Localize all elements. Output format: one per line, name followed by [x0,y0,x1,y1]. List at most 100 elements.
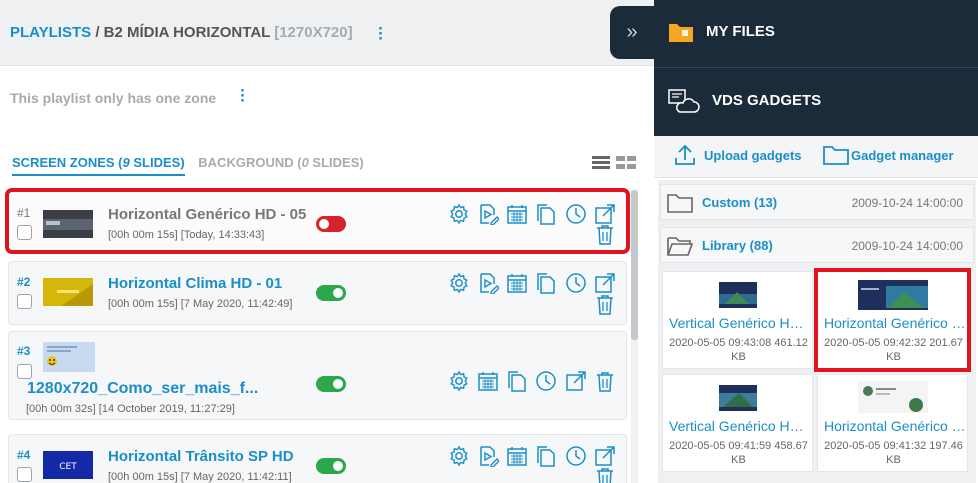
scrollbar-thumb[interactable] [631,190,638,340]
playlist-pane: PLAYLISTS / B2 MÍDIA HORIZONTAL [1270X72… [0,0,654,483]
calendar-icon[interactable] [477,370,499,392]
clock-icon[interactable] [565,445,587,467]
duplicate-icon[interactable] [535,272,557,294]
nav-my-files-label: MY FILES [706,23,775,40]
grid-view-icon[interactable] [616,156,637,169]
upload-gadgets-button[interactable]: Upload gadgets [674,144,814,169]
edit-play-icon[interactable] [477,272,499,294]
playlist-resolution: [1270X720] [274,24,353,41]
slide-title[interactable]: Horizontal Trânsito SP HD [108,448,294,465]
slide-title[interactable]: Horizontal Clima HD - 01 [108,275,282,292]
calendar-icon[interactable] [506,272,528,294]
settings-gear-icon[interactable] [448,370,470,392]
folder-outline-icon [667,194,693,213]
duplicate-icon[interactable] [535,445,557,467]
slide-meta: [00h 00m 15s] [Today, 14:33:43] [108,229,265,241]
tab-screen-zones-label: SCREEN ZONES ( [12,155,123,170]
upload-icon [675,144,695,165]
tab-screen-zones-suffix: SLIDES) [129,155,185,170]
gadget-meta: 2020-05-05 09:41:32 197.46 KB [824,440,963,466]
gadget-name: Vertical Genérico HD - 05 [669,315,811,331]
trash-icon[interactable] [594,466,616,483]
nav-vds-gadgets-label: VDS GADGETS [712,92,822,109]
open-external-icon[interactable] [594,203,616,225]
collapse-panel-button[interactable]: » [610,6,654,59]
slide-enabled-toggle[interactable] [316,376,346,392]
slide-checkbox[interactable] [17,467,32,482]
tab-background[interactable]: BACKGROUND (0 SLIDES) [198,155,363,170]
nav-my-files[interactable]: MY FILES [654,0,978,67]
settings-gear-icon[interactable] [448,272,470,294]
slide-checkbox[interactable] [17,364,32,379]
open-external-icon[interactable] [565,370,587,392]
gadget-manager-button[interactable]: Gadget manager [823,145,963,169]
gadget-name: Horizontal Genérico HD - 05 [824,315,966,331]
slide-row-3[interactable]: #3 1280x720_Como_ser_mais_f... [00h 00m … [8,331,627,420]
slide-meta: [00h 00m 15s] [7 May 2020, 11:42:11] [108,471,292,483]
library-pane: MY FILES VDS GADGETS Upload gadgets Gadg… [654,0,978,483]
slide-row-1[interactable]: #1 Horizontal Genérico HD - 05 [00h 00m … [5,188,630,254]
calendar-icon[interactable] [506,203,528,225]
clock-icon[interactable] [565,272,587,294]
folder-name: Custom (13) [702,195,778,210]
upload-gadgets-label: Upload gadgets [704,148,802,163]
nav-vds-gadgets[interactable]: VDS GADGETS [654,68,978,136]
zone-tabs: SCREEN ZONES (9 SLIDES) BACKGROUND (0 SL… [12,155,364,176]
folder-custom[interactable]: Custom (13) 2009-10-24 14:00:00 [660,184,974,220]
breadcrumb-separator: / [95,24,100,41]
slide-thumbnail [43,278,93,306]
clock-icon[interactable] [535,370,557,392]
slide-enabled-toggle[interactable] [316,458,346,474]
tab-background-suffix: SLIDES) [308,155,364,170]
gadget-toolbar: Upload gadgets Gadget manager [654,136,978,178]
thumb-logo-text: CET [59,462,77,472]
slide-meta: [00h 00m 15s] [7 May 2020, 11:42:49] [108,298,293,310]
slide-number: #4 [17,448,31,462]
gadget-name: Horizontal Genérico HD - 04 [824,418,966,434]
settings-gear-icon[interactable] [448,445,470,467]
slide-row-2[interactable]: #2 Horizontal Clima HD - 01 [00h 00m 15s… [8,261,627,325]
clock-icon[interactable] [565,203,587,225]
open-external-icon[interactable] [594,445,616,467]
gadget-card-selected[interactable]: Horizontal Genérico HD - 05 2020-05-05 0… [814,268,971,372]
slide-checkbox[interactable] [17,225,32,240]
breadcrumb-playlists-link[interactable]: PLAYLISTS [10,24,91,41]
gadget-thumbnail [718,385,757,411]
slide-row-4[interactable]: #4 CET Horizontal Trânsito SP HD [00h 00… [8,434,627,483]
slide-thumbnail [43,342,95,372]
folder-icon [669,24,693,42]
edit-play-icon[interactable] [477,445,499,467]
gadget-card[interactable]: Vertical Genérico HD - 05 2020-05-05 09:… [662,271,813,369]
list-view-icon[interactable] [592,156,610,169]
calendar-icon[interactable] [506,445,528,467]
folder-date: 2009-10-24 14:00:00 [851,196,963,210]
gadget-manager-label: Gadget manager [851,148,954,163]
slide-enabled-toggle[interactable] [316,285,346,301]
duplicate-icon[interactable] [535,203,557,225]
slide-title[interactable]: 1280x720_Como_ser_mais_f... [27,380,258,398]
zone-menu-kebab-icon[interactable]: · · · [238,82,248,109]
playlist-header: PLAYLISTS / B2 MÍDIA HORIZONTAL [1270X72… [0,0,654,66]
trash-icon[interactable] [594,293,616,315]
folder-library[interactable]: Library (88) 2009-10-24 14:00:00 [660,227,974,263]
gadget-card[interactable]: Vertical Genérico HD - 04 2020-05-05 09:… [662,374,813,472]
library-nav: MY FILES VDS GADGETS [654,0,978,136]
playlist-menu-kebab-icon[interactable]: · · · [376,20,386,47]
edit-play-icon[interactable] [477,203,499,225]
double-chevron-right-icon: » [626,21,638,43]
slide-enabled-toggle[interactable] [316,216,346,232]
open-external-icon[interactable] [594,272,616,294]
tab-screen-zones[interactable]: SCREEN ZONES (9 SLIDES) [12,155,185,176]
gadget-card[interactable]: Horizontal Genérico HD - 04 2020-05-05 0… [817,374,968,472]
duplicate-icon[interactable] [506,370,528,392]
slide-checkbox[interactable] [17,294,32,309]
tab-screen-zones-count: 9 [122,155,130,170]
gadget-meta: 2020-05-05 09:43:08 461.12 KB [669,337,808,363]
slide-thumbnail: CET [43,451,93,479]
trash-icon[interactable] [594,223,616,245]
settings-gear-icon[interactable] [448,203,470,225]
gadgets-cloud-icon [668,89,700,113]
slide-title[interactable]: Horizontal Genérico HD - 05 [108,206,306,223]
tab-background-label: BACKGROUND ( [198,155,302,170]
trash-icon[interactable] [594,370,616,392]
